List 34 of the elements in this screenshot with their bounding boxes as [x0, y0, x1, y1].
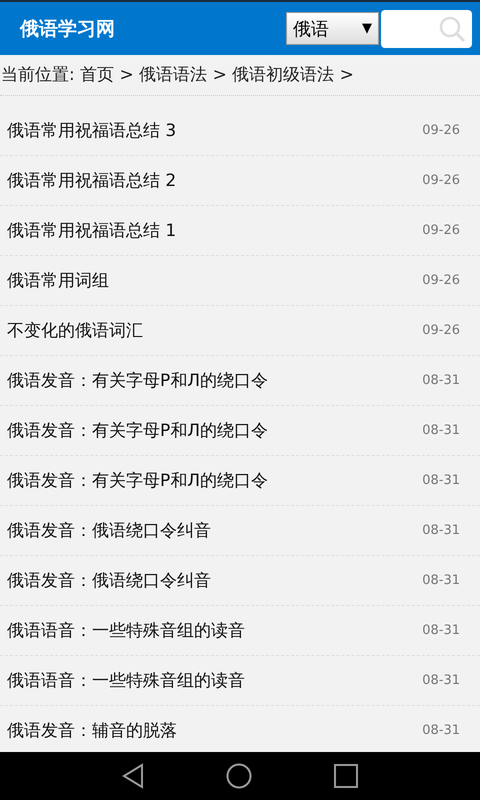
- article-link[interactable]: 俄语发音：俄语绕口令纠音: [7, 519, 211, 542]
- article-date: 08-31: [422, 473, 460, 488]
- article-link[interactable]: 俄语语音：一些特殊音组的读音: [7, 619, 245, 642]
- article-link[interactable]: 俄语发音：有关字母P和Л的绕口令: [7, 419, 268, 442]
- article-date: 08-31: [422, 423, 460, 438]
- article-link[interactable]: 不变化的俄语词汇: [7, 319, 143, 342]
- article-link[interactable]: 俄语发音：有关字母P和Л的绕口令: [7, 469, 268, 492]
- breadcrumb: 当前位置: 首页 > 俄语语法 > 俄语初级语法 >: [1, 65, 354, 85]
- back-icon[interactable]: [122, 763, 144, 789]
- article-date: 09-26: [422, 123, 460, 138]
- article-date: 09-26: [422, 323, 460, 338]
- article-date: 09-26: [422, 173, 460, 188]
- article-link[interactable]: 俄语发音：有关字母P和Л的绕口令: [7, 369, 268, 392]
- recents-icon[interactable]: [334, 764, 358, 788]
- search-field[interactable]: [381, 10, 472, 48]
- language-select[interactable]: 俄语 ▼: [286, 12, 379, 45]
- article-date: 09-26: [422, 273, 460, 288]
- article-date: 08-31: [422, 573, 460, 588]
- article-date: 08-31: [422, 373, 460, 388]
- article-link[interactable]: 俄语语音：一些特殊音组的读音: [7, 669, 245, 692]
- article-link[interactable]: 俄语发音：辅音的脱落: [7, 719, 177, 742]
- article-link[interactable]: 俄语常用祝福语总结 3: [7, 119, 176, 142]
- article-date: 08-31: [422, 523, 460, 538]
- caret-icon: ▼: [362, 21, 372, 36]
- article-link[interactable]: 俄语常用祝福语总结 1: [7, 219, 176, 242]
- article-date: 08-31: [422, 673, 460, 688]
- article-link[interactable]: 俄语发音：俄语绕口令纠音: [7, 569, 211, 592]
- article-link[interactable]: 俄语常用词组: [7, 269, 109, 292]
- article-date: 08-31: [422, 723, 460, 738]
- site-title: 俄语学习网: [20, 16, 116, 42]
- home-icon[interactable]: [226, 763, 252, 789]
- article-link[interactable]: 俄语常用祝福语总结 2: [7, 169, 176, 192]
- article-date: 09-26: [422, 223, 460, 238]
- article-date: 08-31: [422, 623, 460, 638]
